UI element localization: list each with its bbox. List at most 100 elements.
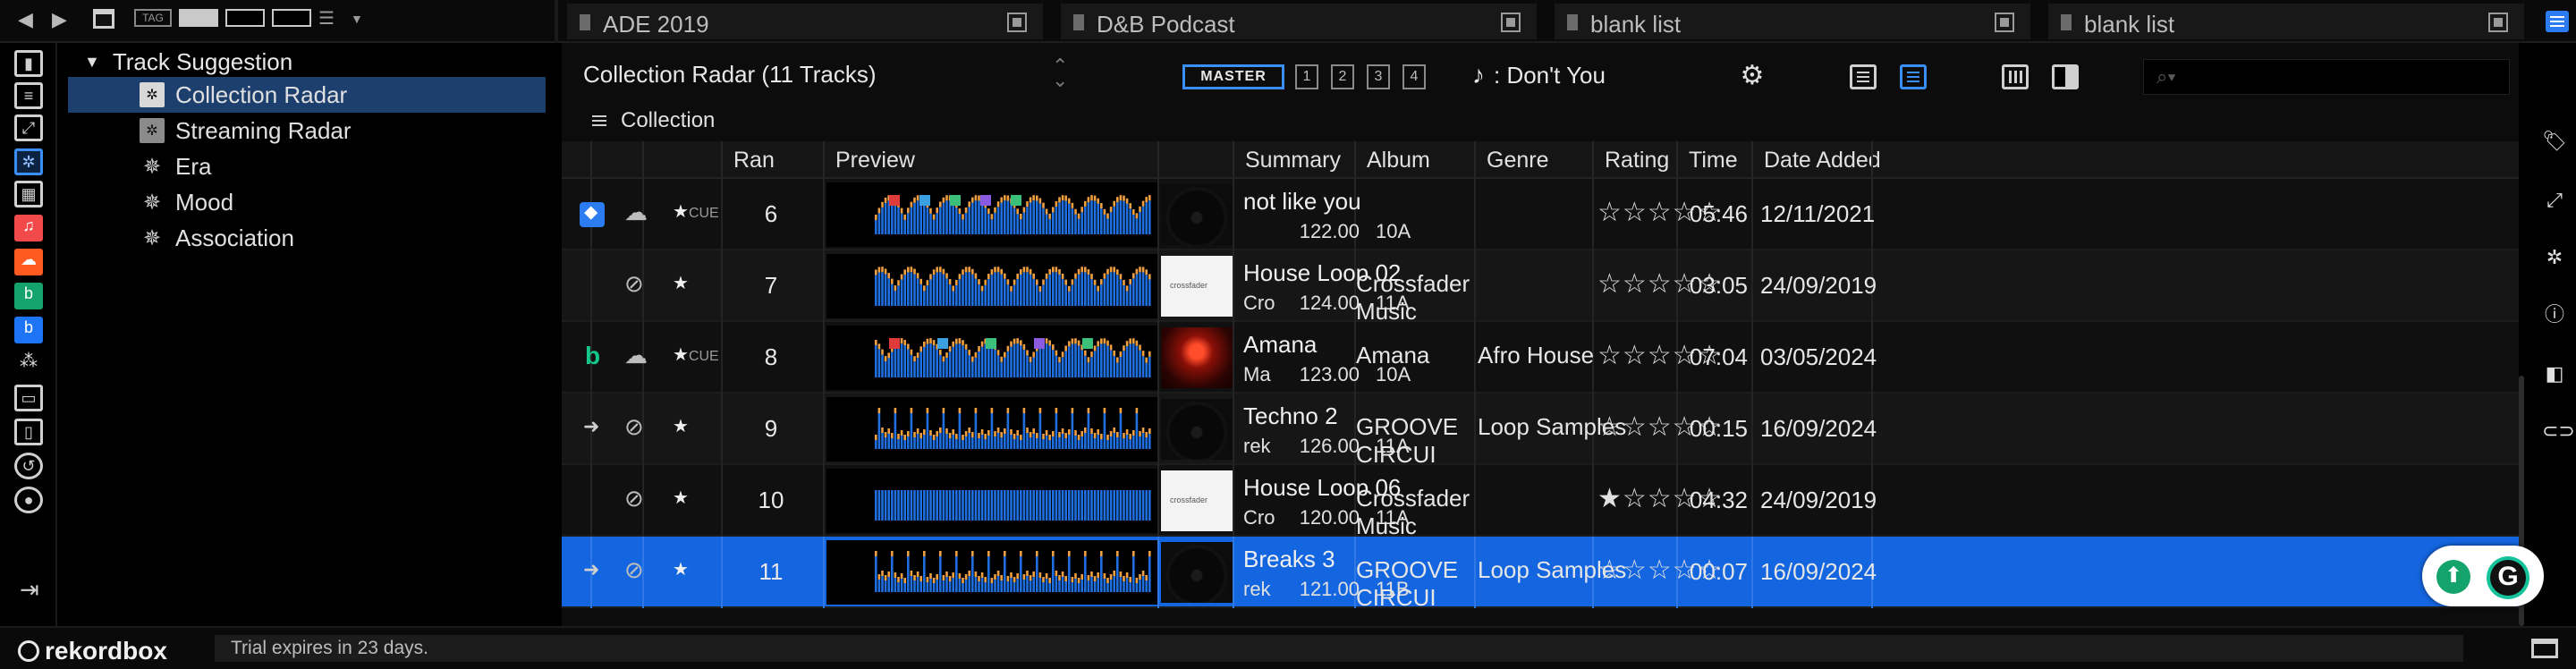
floating-widget[interactable]: ⬆ G <box>2422 546 2544 606</box>
tree-item-era[interactable]: ✵ Era <box>68 148 546 184</box>
gear-icon[interactable]: ⚙ <box>1739 63 1766 89</box>
arrow-icon[interactable] <box>580 558 605 585</box>
related-tracks-icon[interactable]: ⤢ <box>2542 188 2567 213</box>
col-header-summary[interactable]: Summary <box>1233 141 1354 179</box>
table-row[interactable]: ☁★CUE6not like you122.0010A☆☆☆☆☆05:4612/… <box>562 179 2519 250</box>
cloud-off-icon[interactable]: ⊘ <box>624 485 644 512</box>
layout-button-1[interactable] <box>179 9 218 27</box>
deck-2-button[interactable]: 2 <box>1331 64 1354 89</box>
grid-icon[interactable]: ▦ <box>14 181 43 207</box>
table-row[interactable]: ⊘★7House Loop 02Cro124.0011ACrossfader M… <box>562 250 2519 325</box>
hot-cue-marker[interactable] <box>889 195 900 206</box>
window-icon[interactable] <box>2531 639 2558 658</box>
table-row[interactable]: ⊘★10House Loop 06Cro120.0011ACrossfader … <box>562 465 2519 539</box>
my-tag-star-icon[interactable]: ★ <box>673 558 689 580</box>
record-icon[interactable]: ● <box>14 487 43 513</box>
hot-cue-marker[interactable] <box>919 195 930 206</box>
col-header-rating[interactable]: Rating <box>1592 141 1676 179</box>
col-header-album[interactable]: Album <box>1354 141 1474 179</box>
breadcrumb[interactable]: Collection <box>562 104 2519 138</box>
waveform-preview[interactable] <box>826 182 1157 247</box>
palette-close-icon[interactable] <box>2488 13 2508 32</box>
deck-3-button[interactable]: 3 <box>1367 64 1390 89</box>
upload-icon[interactable]: ⬆ <box>2436 560 2470 594</box>
layout-button-2[interactable] <box>225 9 265 27</box>
tree-item-collection-radar[interactable]: ✲ Collection Radar <box>68 77 546 113</box>
hot-cue-marker[interactable] <box>937 338 948 349</box>
my-tag-star-icon[interactable]: ★ <box>673 272 689 294</box>
waveform-preview[interactable] <box>826 540 1157 605</box>
waveform-preview[interactable] <box>826 326 1157 390</box>
waveform-preview[interactable] <box>826 469 1157 533</box>
tree-item-association[interactable]: ✵ Association <box>68 220 546 256</box>
tree-item-mood[interactable]: ✵ Mood <box>68 184 546 220</box>
bookmark-icon[interactable]: ▮ <box>14 50 43 77</box>
hot-cue-marker[interactable] <box>950 195 961 206</box>
playlist-tab[interactable]: ADE 2019 <box>567 4 1043 39</box>
deck-1-button[interactable]: 1 <box>1295 64 1318 89</box>
tree-root-track-suggestion[interactable]: ▼ Track Suggestion <box>84 47 292 77</box>
palette-close-icon[interactable] <box>1995 13 2014 32</box>
chevron-left-icon[interactable]: ◀ <box>18 9 43 30</box>
cloud-icon[interactable]: ☁ <box>624 199 648 226</box>
layout-button-3[interactable] <box>272 9 311 27</box>
arrow-icon[interactable] <box>580 415 605 442</box>
tag-button[interactable]: TAG <box>134 9 172 27</box>
hot-cue-marker[interactable] <box>1034 338 1045 349</box>
radar-icon[interactable]: ✲ <box>2542 245 2567 270</box>
palette-close-icon[interactable] <box>1501 13 1521 32</box>
my-tag-star-icon[interactable]: ★ <box>673 415 689 437</box>
search-input[interactable]: ⌕▾ <box>2143 59 2510 95</box>
link-icon[interactable]: ⊂⊃ <box>2542 419 2575 444</box>
device-icon[interactable]: ▯ <box>14 419 43 445</box>
chevron-down-icon[interactable]: ▼ <box>351 9 369 30</box>
apple-music-icon[interactable]: ♫ <box>14 215 43 241</box>
list-icon[interactable]: ☰ <box>318 9 345 30</box>
my-tag-star-icon[interactable]: ★CUE <box>673 200 719 223</box>
caret-down-icon[interactable]: ▼ <box>84 53 100 72</box>
col-header-rank[interactable]: Ran <box>721 141 823 179</box>
split-panel-icon[interactable]: ◧ <box>2542 361 2567 386</box>
cloud-icon[interactable]: ☁ <box>624 342 648 369</box>
playlist-tab[interactable]: D&B Podcast <box>1061 4 1537 39</box>
hot-cue-marker[interactable] <box>1082 338 1093 349</box>
track-suggestion-icon[interactable]: ✲ <box>14 148 43 175</box>
window-layout-button[interactable] <box>93 9 114 29</box>
chevron-right-icon[interactable]: ▶ <box>52 9 77 30</box>
hot-cue-marker[interactable] <box>986 338 996 349</box>
waveform-preview[interactable] <box>826 397 1157 462</box>
table-row[interactable]: ⊘★9Techno 2rek126.0011AGROOVE CIRCUILoop… <box>562 394 2519 468</box>
deck-4-button[interactable]: 4 <box>1402 64 1426 89</box>
cloud-off-icon[interactable]: ⊘ <box>624 413 644 441</box>
cloud-off-icon[interactable]: ⊘ <box>624 270 644 298</box>
split-view-button[interactable] <box>2052 64 2079 89</box>
hot-cue-marker[interactable] <box>1011 195 1021 206</box>
computer-icon[interactable]: ▭ <box>14 385 43 411</box>
beatport-icon[interactable] <box>580 342 605 370</box>
info-icon[interactable]: ⓘ <box>2542 302 2567 327</box>
dropbox-icon[interactable] <box>580 200 605 227</box>
col-header-date-added[interactable]: Date Added <box>1751 141 1881 179</box>
tidal-icon[interactable]: ⁂ <box>14 351 43 377</box>
master-button[interactable]: MASTER <box>1182 64 1284 89</box>
history-icon[interactable]: ↺ <box>14 453 43 479</box>
beatport-icon[interactable]: b <box>14 317 43 343</box>
waveform-preview[interactable] <box>826 254 1157 318</box>
exit-icon[interactable]: ⇥ <box>20 576 52 603</box>
column-view-button[interactable] <box>2002 64 2029 89</box>
col-header-genre[interactable]: Genre <box>1474 141 1592 179</box>
beatsource-icon[interactable]: b <box>14 283 43 309</box>
hot-cue-marker[interactable] <box>980 195 991 206</box>
cloud-off-icon[interactable]: ⊘ <box>624 556 644 584</box>
hot-cue-marker[interactable] <box>889 338 900 349</box>
playlist-tab[interactable]: blank list <box>2048 4 2524 39</box>
tag-icon[interactable]: 🏷︎ <box>2542 129 2567 154</box>
collection-icon[interactable]: ≡ <box>14 82 43 109</box>
grammarly-icon[interactable]: G <box>2487 556 2529 599</box>
my-tag-star-icon[interactable]: ★ <box>673 487 689 509</box>
col-header-time[interactable]: Time <box>1676 141 1751 179</box>
soundcloud-icon[interactable]: ☁ <box>14 249 43 275</box>
palette-close-icon[interactable] <box>1007 13 1027 32</box>
playlist-tab[interactable]: blank list <box>1555 4 2030 39</box>
sort-chevron-icon[interactable]: ⌃ ⌄ <box>1052 56 1068 90</box>
